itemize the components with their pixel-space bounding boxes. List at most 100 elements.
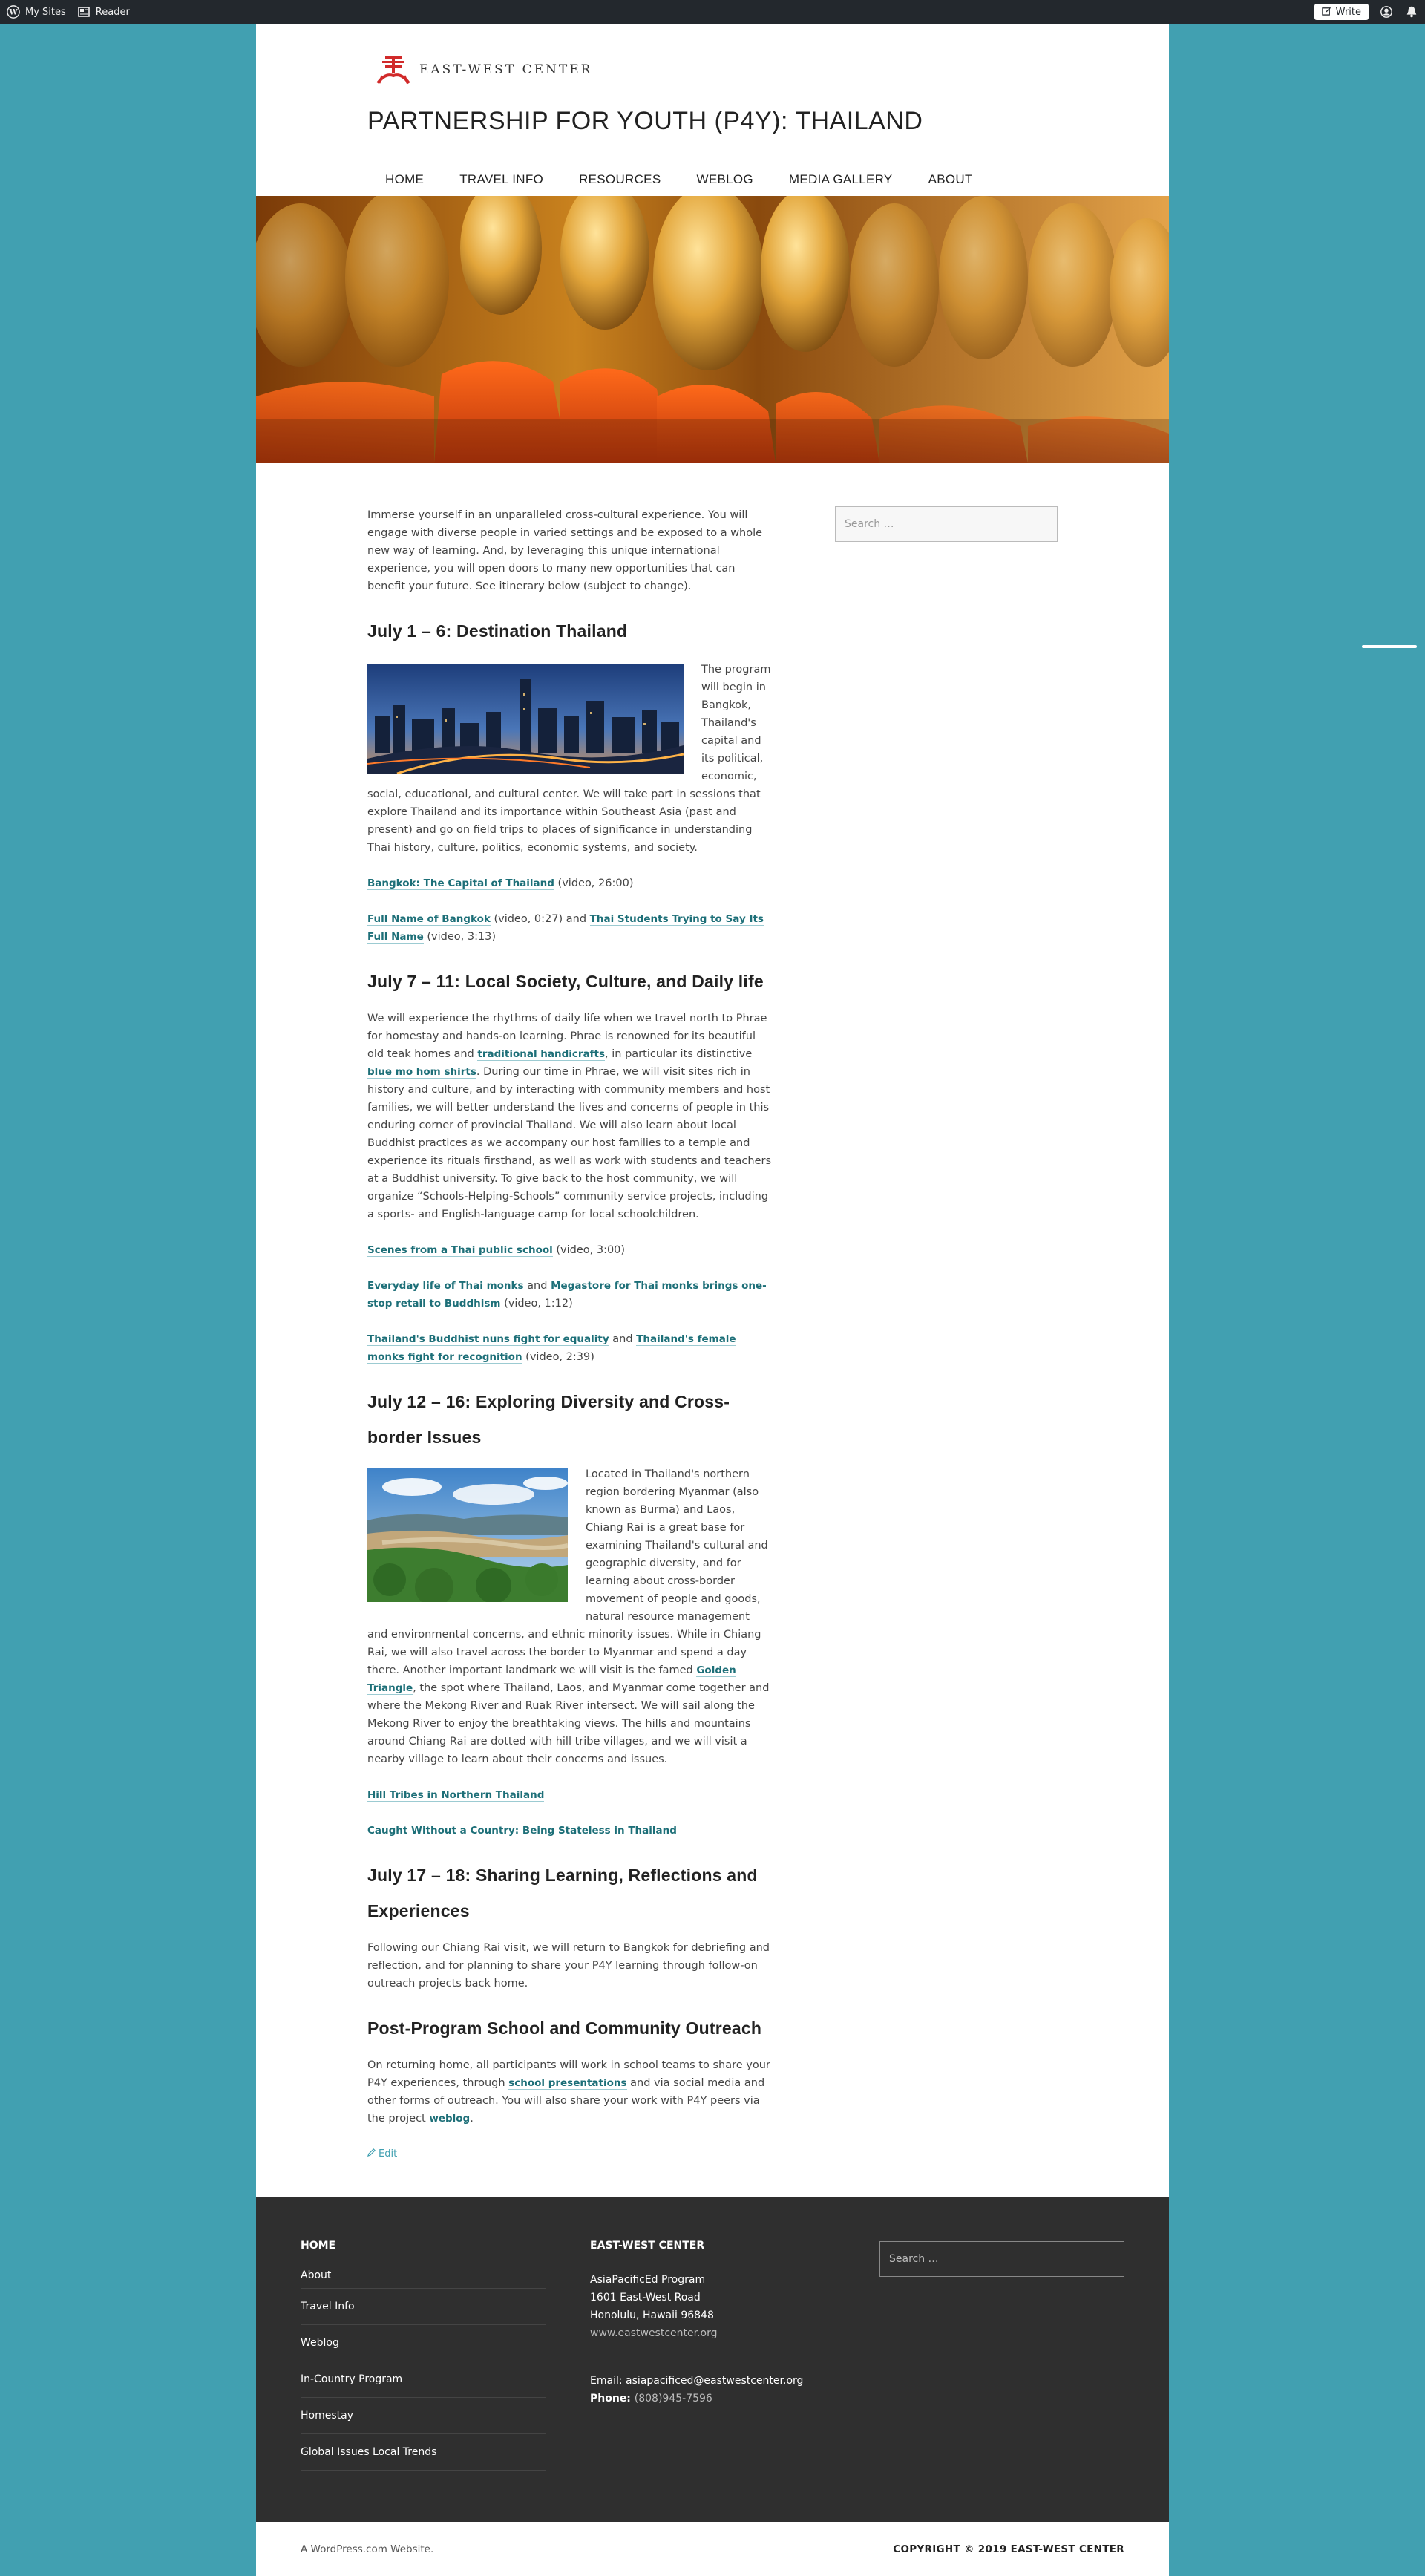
- my-sites-link[interactable]: W My Sites: [6, 4, 66, 19]
- local-society-body-c: . During our time in Phrae, we will visi…: [367, 1066, 772, 1220]
- traditional-handicrafts-link[interactable]: traditional handicrafts: [477, 1048, 606, 1061]
- footer-phone-label: Phone:: [590, 2393, 635, 2405]
- svg-text:W: W: [8, 9, 18, 17]
- header-image-golden-buddhas: [256, 196, 1169, 463]
- post-program-body: On returning home, all participants will…: [367, 2056, 772, 2128]
- footer-menu-column: HOME About Travel Info Weblog In-Country…: [301, 2240, 546, 2471]
- bangkok-name-links-row: Full Name of Bangkok (video, 0:27) and T…: [367, 910, 772, 946]
- nav-home[interactable]: HOME: [367, 166, 442, 193]
- bangkok-skyline-image: [367, 664, 684, 779]
- footer-address-line-2: 1601 East-West Road: [590, 2292, 701, 2304]
- buddhist-nuns-links-row: Thailand's Buddhist nuns fight for equal…: [367, 1330, 772, 1366]
- reader-link[interactable]: Reader: [76, 4, 130, 19]
- section-heading-sharing-learning: July 17 – 18: Sharing Learning, Reflecti…: [367, 1866, 758, 1920]
- everyday-life-monks-link[interactable]: Everyday life of Thai monks: [367, 1280, 524, 1292]
- footer-website-link[interactable]: www.eastwestcenter.org: [590, 2324, 803, 2342]
- write-label: Write: [1335, 6, 1361, 18]
- reader-icon: [76, 4, 91, 19]
- edit-link[interactable]: Edit: [367, 2145, 772, 2163]
- hill-tribes-link[interactable]: Hill Tribes in Northern Thailand: [367, 1789, 545, 1802]
- section-heading-destination-thailand: July 1 – 6: Destination Thailand: [367, 621, 628, 641]
- post-program-body-c: .: [470, 2113, 474, 2125]
- scroll-indicator[interactable]: [1362, 645, 1417, 648]
- edit-label: Edit: [379, 2148, 398, 2160]
- footer-link-in-country-program[interactable]: In-Country Program: [301, 2361, 546, 2398]
- footer-phone-row: Phone: (808)945-7596: [590, 2390, 803, 2407]
- section-heading-local-society: July 7 – 11: Local Society, Culture, and…: [367, 972, 764, 991]
- footer-phone-value: (808)945-7596: [634, 2393, 712, 2405]
- nav-media-gallery[interactable]: MEDIA GALLERY: [771, 166, 911, 193]
- footer-link-travel-info[interactable]: Travel Info: [301, 2289, 546, 2325]
- avatar-icon[interactable]: [1379, 4, 1394, 19]
- thai-school-links-row: Scenes from a Thai public school (video,…: [367, 1241, 772, 1259]
- stateless-links-row: Caught Without a Country: Being Stateles…: [367, 1822, 772, 1840]
- reader-label: Reader: [95, 6, 130, 18]
- sidebar-search-input[interactable]: Search …: [835, 506, 1058, 542]
- write-button[interactable]: Write: [1314, 4, 1369, 20]
- nav-travel-info[interactable]: TRAVEL INFO: [442, 166, 561, 193]
- footer-contact-title: EAST-WEST CENTER: [590, 2240, 705, 2252]
- full-name-bangkok-link[interactable]: Full Name of Bangkok: [367, 913, 491, 926]
- bangkok-capital-video-meta: (video, 26:00): [554, 877, 634, 889]
- thai-students-meta: (video, 3:13): [423, 931, 497, 943]
- wordpress-icon: W: [6, 4, 21, 19]
- footer-link-global-issues[interactable]: Global Issues Local Trends: [301, 2434, 546, 2471]
- footer-menu-list: About Travel Info Weblog In-Country Prog…: [301, 2270, 546, 2471]
- notifications-icon[interactable]: [1404, 4, 1419, 19]
- footer-email-label: Email:: [590, 2375, 626, 2387]
- footer-link-about[interactable]: About: [301, 2270, 546, 2289]
- site-title[interactable]: PARTNERSHIP FOR YOUTH (P4Y): THAILAND: [367, 107, 923, 136]
- nav-resources[interactable]: RESOURCES: [561, 166, 678, 193]
- buddhist-nuns-equality-link[interactable]: Thailand's Buddhist nuns fight for equal…: [367, 1333, 609, 1346]
- logo-emblem-icon: [376, 56, 410, 85]
- megastore-monks-meta: (video, 1:12): [500, 1298, 573, 1310]
- site-header: EAST-WEST CENTER PARTNERSHIP FOR YOUTH (…: [256, 24, 1169, 196]
- blue-mo-hom-shirts-link[interactable]: blue mo hom shirts: [367, 1066, 476, 1079]
- footer-link-homestay[interactable]: Homestay: [301, 2398, 546, 2434]
- footer-contact-column: EAST-WEST CENTER AsiaPacificEd Program 1…: [590, 2240, 803, 2407]
- thai-monks-links-row: Everyday life of Thai monks and Megastor…: [367, 1277, 772, 1312]
- bangkok-capital-video-link[interactable]: Bangkok: The Capital of Thailand: [367, 877, 554, 890]
- main-nav: HOME TRAVEL INFO RESOURCES WEBLOG MEDIA …: [367, 166, 991, 193]
- footer-email-value[interactable]: asiapacificed@eastwestcenter.org: [626, 2375, 803, 2387]
- thai-public-school-meta: (video, 3:00): [552, 1244, 626, 1256]
- footer-address-line-1: AsiaPacificEd Program: [590, 2274, 706, 2286]
- local-society-body: We will experience the rhythms of daily …: [367, 1010, 772, 1223]
- hill-tribes-links-row: Hill Tribes in Northern Thailand: [367, 1786, 772, 1804]
- monks-links-and: and: [523, 1280, 551, 1292]
- footer-menu-title[interactable]: HOME: [301, 2240, 546, 2252]
- intro-paragraph: Immerse yourself in an unparalleled cros…: [367, 509, 763, 592]
- sidebar-search-placeholder: Search …: [845, 518, 894, 530]
- nav-about[interactable]: ABOUT: [911, 166, 991, 193]
- sidebar: Search …: [835, 506, 1058, 542]
- footer-address-line-3: Honolulu, Hawaii 96848: [590, 2309, 714, 2321]
- footer-address: AsiaPacificEd Program 1601 East-West Roa…: [590, 2271, 803, 2407]
- full-name-bangkok-meta: (video, 0:27) and: [490, 913, 590, 925]
- local-society-body-b: , in particular its distinctive: [605, 1048, 753, 1060]
- nuns-links-and: and: [609, 1333, 637, 1345]
- footer-search-input[interactable]: Search …: [879, 2241, 1124, 2277]
- footer-search-column: Search …: [879, 2241, 1124, 2277]
- bangkok-links-row: Bangkok: The Capital of Thailand (video,…: [367, 875, 772, 892]
- page-content: Immerse yourself in an unparalleled cros…: [367, 506, 772, 2163]
- footer-search-placeholder: Search …: [889, 2253, 939, 2265]
- nav-weblog[interactable]: WEBLOG: [678, 166, 770, 193]
- mekong-river-image: [367, 1468, 569, 1608]
- logo-text: EAST-WEST CENTER: [419, 62, 593, 77]
- site-footer: HOME About Travel Info Weblog In-Country…: [256, 2197, 1169, 2522]
- wordpress-credit-link[interactable]: A WordPress.com Website.: [301, 2543, 433, 2555]
- exploring-diversity-body-b: , the spot where Thailand, Laos, and Mya…: [367, 1682, 770, 1765]
- pencil-icon: [1321, 6, 1331, 19]
- section-heading-exploring-diversity: July 12 – 16: Exploring Diversity and Cr…: [367, 1392, 730, 1447]
- caught-without-country-link[interactable]: Caught Without a Country: Being Stateles…: [367, 1825, 677, 1837]
- weblog-link[interactable]: weblog: [429, 2113, 471, 2125]
- female-monks-meta: (video, 2:39): [522, 1351, 594, 1363]
- sharing-learning-body: Following our Chiang Rai visit, we will …: [367, 1942, 770, 1990]
- site-info-bar: A WordPress.com Website. COPYRIGHT © 201…: [256, 2522, 1169, 2576]
- section-heading-post-program: Post-Program School and Community Outrea…: [367, 2018, 762, 2038]
- school-presentations-link[interactable]: school presentations: [508, 2077, 627, 2090]
- footer-link-weblog[interactable]: Weblog: [301, 2325, 546, 2361]
- edit-pencil-icon: [367, 2145, 376, 2163]
- east-west-center-logo[interactable]: EAST-WEST CENTER: [375, 53, 592, 86]
- thai-public-school-video-link[interactable]: Scenes from a Thai public school: [367, 1244, 553, 1257]
